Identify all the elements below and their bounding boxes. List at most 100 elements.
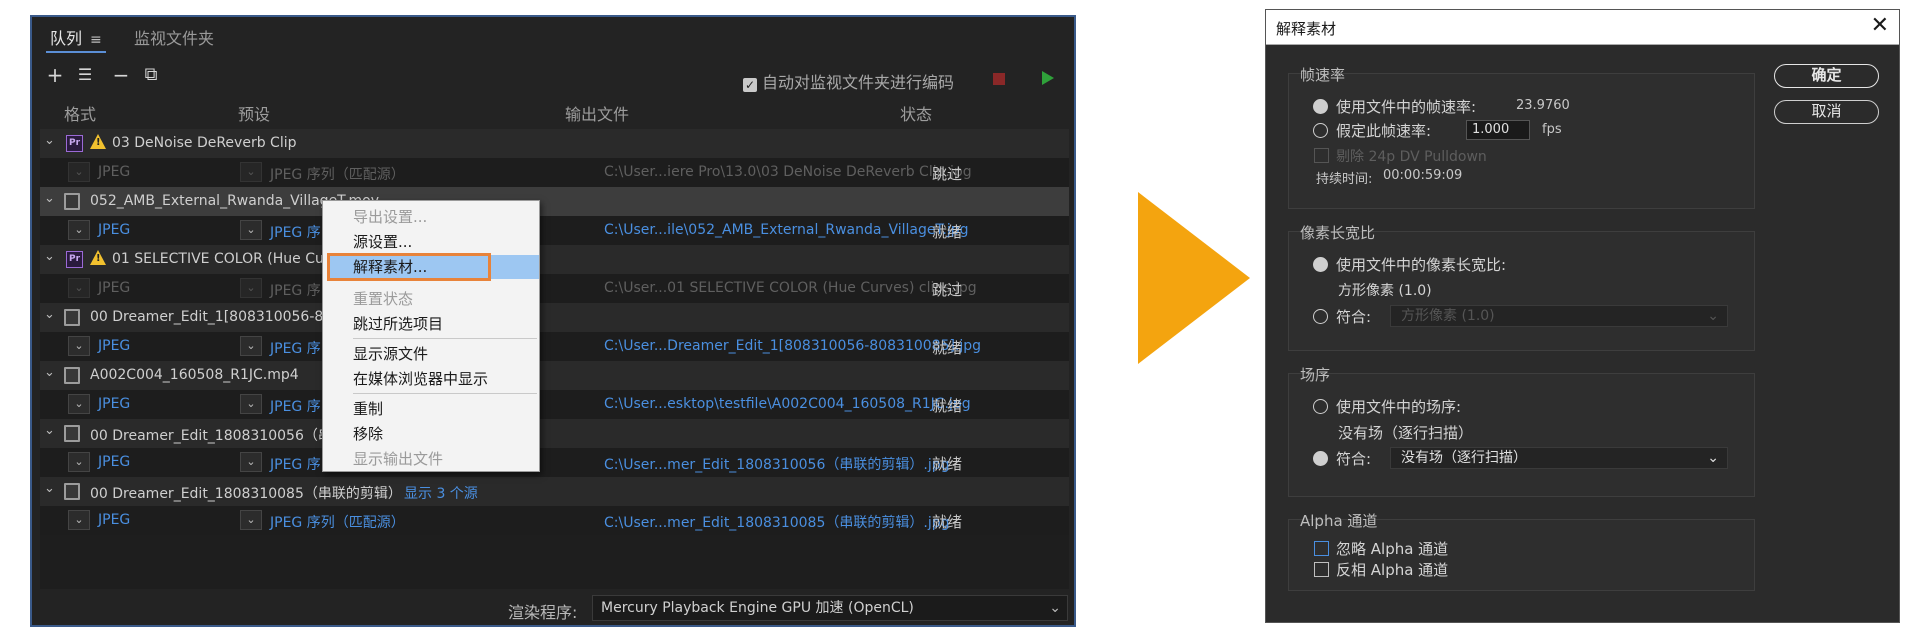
add-source-icon[interactable]: + — [44, 64, 66, 86]
format-value[interactable]: JPEG — [98, 396, 130, 412]
tab-queue[interactable]: 队列 ≡ — [50, 25, 102, 49]
menu-item-skip-selection[interactable]: 跳过所选项目 — [353, 313, 443, 334]
ok-button[interactable]: 确定 — [1774, 64, 1879, 88]
queue-output-row[interactable]: ⌄ JPEG ⌄ JPEG 序列（匹配源） C:\User...mer_Edit… — [40, 506, 1069, 535]
panel-menu-icon[interactable]: ≡ — [90, 32, 102, 48]
field-order-select[interactable]: 没有场（逐行扫描） ⌄ — [1390, 447, 1728, 469]
format-dropdown[interactable]: ⌄ — [68, 394, 90, 414]
pixel-aspect-conform-radio[interactable] — [1313, 309, 1328, 324]
chevron-down-icon[interactable]: ⌄ — [44, 423, 55, 438]
chevron-down-icon[interactable]: ⌄ — [44, 191, 55, 206]
frame-rate-assume-label: 假定此帧速率: — [1336, 122, 1432, 140]
status-value: 就绪 — [932, 339, 963, 357]
film-icon — [64, 367, 80, 384]
format-dropdown[interactable]: ⌄ — [68, 452, 90, 472]
auto-encode-watch-folders[interactable]: ✓ 自动对监视文件夹进行编码 — [743, 69, 954, 93]
preset-value[interactable]: JPEG 序 — [270, 454, 321, 474]
queue-group-row[interactable]: ⌄ A002C004_160508_R1JC.mp4 — [40, 361, 1069, 390]
output-file[interactable]: C:\User...Dreamer_Edit_1[808310056-80831… — [604, 338, 981, 354]
queue-group-row[interactable]: ⌄ 00 Dreamer_Edit_1808310085（串联的剪辑） 显示 3… — [40, 477, 1069, 506]
film-icon — [64, 193, 80, 210]
format-value[interactable]: JPEG — [98, 454, 130, 470]
format-value[interactable]: JPEG — [98, 512, 130, 528]
format-value[interactable]: JPEG — [98, 338, 130, 354]
chevron-down-icon[interactable]: ⌄ — [44, 481, 55, 496]
preset-dropdown: ⌄ — [240, 278, 262, 298]
queue-group-row[interactable]: ⌄ 00 Dreamer_Edit_1808310056（串 — [40, 419, 1069, 448]
chevron-down-icon[interactable]: ⌄ — [44, 307, 55, 322]
preset-value[interactable]: JPEG 序 — [270, 222, 321, 242]
tab-watch-folders[interactable]: 监视文件夹 — [134, 25, 214, 49]
queue-output-row[interactable]: ⌄ JPEG ⌄ JPEG 序 C:\User...esktop\testfil… — [40, 390, 1069, 419]
preset-dropdown[interactable]: ⌄ — [240, 220, 262, 240]
frame-rate-group — [1288, 73, 1755, 209]
preset-value[interactable]: JPEG 序 — [270, 396, 321, 416]
output-file[interactable]: C:\User...mer_Edit_1808310085（串联的剪辑）.jpg — [604, 512, 950, 532]
queue-output-row[interactable]: ⌄ JPEG ⌄ JPEG 序 C:\User...mer_Edit_18083… — [40, 448, 1069, 477]
start-queue-button[interactable] — [1042, 71, 1054, 85]
column-header-status[interactable]: 状态 — [900, 101, 932, 125]
pixel-aspect-use-file-radio[interactable] — [1313, 257, 1328, 272]
duration-label: 持续时间: — [1316, 172, 1373, 187]
frame-rate-use-file-radio[interactable] — [1313, 99, 1328, 114]
menu-item-export-settings: 导出设置... — [353, 208, 428, 226]
preset-dropdown[interactable]: ⌄ — [240, 394, 262, 414]
close-icon[interactable]: ✕ — [1871, 13, 1889, 38]
field-order-use-file-radio[interactable] — [1313, 399, 1328, 414]
stop-queue-button[interactable] — [993, 73, 1005, 85]
output-file[interactable]: C:\User...mer_Edit_1808310056（串联的剪辑）.jpg — [604, 454, 950, 474]
renderer-select[interactable]: Mercury Playback Engine GPU 加速 (OpenCL) … — [592, 595, 1068, 621]
chevron-down-icon[interactable]: ⌄ — [44, 249, 55, 264]
menu-item-duplicate[interactable]: 重制 — [353, 398, 383, 419]
menu-item-interpret-footage[interactable]: 解释素材... — [353, 256, 427, 277]
frame-rate-title: 帧速率 — [1300, 66, 1346, 84]
menu-item-reveal-source[interactable]: 显示源文件 — [353, 343, 428, 364]
interpret-footage-dialog: 解释素材 ✕ 帧速率 使用文件中的帧速率: 23.9760 假定此帧速率: 1.… — [1265, 9, 1900, 623]
preset-dropdown[interactable]: ⌄ — [240, 452, 262, 472]
preset-value: JPEG 序 — [270, 283, 321, 299]
preset-value[interactable]: JPEG 序 — [270, 338, 321, 358]
preset-dropdown[interactable]: ⌄ — [240, 336, 262, 356]
format-value[interactable]: JPEG — [98, 222, 130, 238]
chevron-down-icon[interactable]: ⌄ — [44, 133, 55, 148]
field-order-select-value: 没有场（逐行扫描） — [1401, 450, 1527, 466]
cancel-button[interactable]: 取消 — [1774, 100, 1879, 124]
output-file[interactable]: C:\User...esktop\testfile\A002C004_16050… — [604, 396, 971, 412]
menu-item-remove[interactable]: 移除 — [353, 423, 383, 444]
format-dropdown[interactable]: ⌄ — [68, 220, 90, 240]
chevron-down-icon[interactable]: ⌄ — [44, 365, 55, 380]
auto-encode-checkbox[interactable]: ✓ — [743, 78, 757, 92]
column-header-format[interactable]: 格式 — [64, 101, 96, 125]
menu-item-source-settings[interactable]: 源设置... — [353, 231, 412, 252]
queue-output-row[interactable]: ⌄ JPEG ⌄ JPEG 序列（匹配源） C:\User...iere Pro… — [40, 158, 1069, 187]
format-dropdown[interactable]: ⌄ — [68, 510, 90, 530]
status-value: 跳过 — [932, 281, 963, 299]
queue-output-row[interactable]: ⌄ JPEG ⌄ JPEG 序 C:\User...Dreamer_Edit_1… — [40, 332, 1069, 361]
queue-group-row[interactable]: ⌄ 052_AMB_External_Rwanda_VillageT.mov — [40, 187, 1069, 216]
queue-output-row[interactable]: ⌄ JPEG ⌄ JPEG 序 C:\User...01 SELECTIVE C… — [40, 274, 1069, 303]
alpha-channel-title: Alpha 通道 — [1300, 512, 1378, 530]
frame-rate-input[interactable]: 1.000 — [1466, 120, 1530, 140]
queue-output-row[interactable]: ⌄ JPEG ⌄ JPEG 序 C:\User...ile\052_AMB_Ex… — [40, 216, 1069, 245]
format-dropdown[interactable]: ⌄ — [68, 336, 90, 356]
column-header-output[interactable]: 输出文件 — [565, 101, 629, 125]
preset-settings-icon[interactable]: ☰ — [74, 64, 96, 86]
remove-icon[interactable]: − — [110, 64, 132, 86]
menu-item-show-in-media-browser[interactable]: 在媒体浏览器中显示 — [353, 368, 488, 389]
premiere-pro-icon: Pr — [66, 135, 83, 152]
status-value: 就绪 — [932, 455, 963, 473]
invert-alpha-checkbox[interactable] — [1314, 562, 1329, 577]
output-file[interactable]: C:\User...ile\052_AMB_External_Rwanda_Vi… — [604, 222, 968, 238]
show-sources-link[interactable]: 显示 3 个源 — [404, 483, 478, 503]
field-order-conform-radio[interactable] — [1313, 451, 1328, 466]
source-name: 01 SELECTIVE COLOR (Hue Curv — [112, 251, 338, 267]
queue-group-row[interactable]: ⌄ Pr ! 01 SELECTIVE COLOR (Hue Curv — [40, 245, 1069, 274]
preset-dropdown[interactable]: ⌄ — [240, 510, 262, 530]
frame-rate-assume-radio[interactable] — [1313, 123, 1328, 138]
queue-group-row[interactable]: ⌄ Pr ! 03 DeNoise DeReverb Clip — [40, 129, 1069, 158]
queue-group-row[interactable]: ⌄ 00 Dreamer_Edit_1[808310056-808 — [40, 303, 1069, 332]
ignore-alpha-checkbox[interactable] — [1314, 541, 1329, 556]
column-header-preset[interactable]: 预设 — [238, 101, 270, 125]
duplicate-icon[interactable]: ⧉ — [140, 64, 162, 86]
preset-value[interactable]: JPEG 序列（匹配源） — [270, 512, 405, 532]
